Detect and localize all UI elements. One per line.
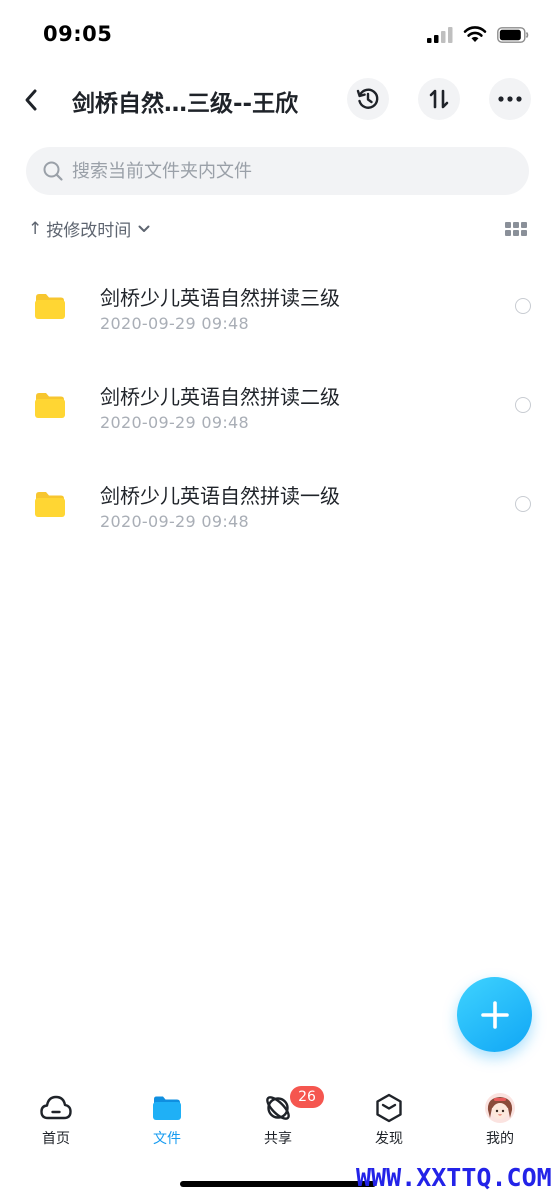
file-list: 剑桥少儿英语自然拼读三级 2020-09-29 09:48 剑桥少儿英语自然拼读… (0, 260, 555, 557)
tab-bar: 首页 文件 共享 发现 我的 (0, 1086, 555, 1156)
chevron-down-icon (138, 225, 150, 233)
folder-icon (35, 492, 65, 517)
status-icons (427, 26, 529, 43)
tab-label: 首页 (42, 1131, 70, 1147)
sort-label: 按修改时间 (46, 221, 132, 241)
tab-label: 发现 (375, 1131, 403, 1147)
history-button[interactable] (347, 78, 389, 120)
tab-discover[interactable]: 发现 (349, 1086, 429, 1148)
tab-label: 我的 (486, 1131, 514, 1147)
tab-files[interactable]: 文件 (127, 1086, 207, 1148)
history-icon (356, 88, 379, 109)
folder-icon (35, 393, 65, 418)
list-item[interactable]: 剑桥少儿英语自然拼读三级 2020-09-29 09:48 (0, 260, 555, 359)
page-title: 剑桥自然…三级--王欣 (72, 91, 299, 117)
file-name: 剑桥少儿英语自然拼读二级 (100, 385, 340, 409)
more-button[interactable] (489, 78, 531, 120)
back-button[interactable] (14, 80, 48, 120)
wifi-icon (463, 26, 487, 42)
avatar-icon (484, 1092, 516, 1124)
search-icon (42, 160, 64, 182)
tab-label: 文件 (153, 1131, 181, 1147)
share-count-badge: 26 (290, 1086, 324, 1108)
transfer-button[interactable] (418, 78, 460, 120)
search-box[interactable] (26, 147, 529, 195)
more-icon (498, 96, 522, 102)
file-date: 2020-09-29 09:48 (100, 512, 249, 531)
sort-control[interactable]: ↑ 按修改时间 (28, 216, 150, 241)
grid-view-icon[interactable] (505, 222, 527, 238)
search-input[interactable] (72, 160, 492, 182)
watermark: WWW.XXTTQ.COM (356, 1163, 552, 1192)
list-item[interactable]: 剑桥少儿英语自然拼读二级 2020-09-29 09:48 (0, 359, 555, 458)
transfer-icon (429, 89, 449, 109)
file-date: 2020-09-29 09:48 (100, 413, 249, 432)
select-radio[interactable] (515, 397, 531, 413)
tab-label: 共享 (264, 1131, 292, 1147)
file-date: 2020-09-29 09:48 (100, 314, 249, 333)
chevron-left-icon (25, 89, 37, 111)
file-name: 剑桥少儿英语自然拼读三级 (100, 286, 340, 310)
tab-me[interactable]: 我的 (460, 1086, 540, 1148)
signal-icon (427, 26, 453, 43)
list-item[interactable]: 剑桥少儿英语自然拼读一级 2020-09-29 09:48 (0, 458, 555, 557)
status-bar: 09:05 (0, 0, 555, 72)
sort-direction-icon: ↑ (28, 218, 43, 239)
box-icon (373, 1092, 405, 1124)
status-time: 09:05 (43, 22, 113, 46)
folder-icon (35, 294, 65, 319)
add-button[interactable] (457, 977, 532, 1052)
home-indicator (180, 1181, 376, 1187)
file-name: 剑桥少儿英语自然拼读一级 (100, 484, 340, 508)
select-radio[interactable] (515, 298, 531, 314)
plus-icon (480, 1000, 509, 1029)
folder-icon (151, 1092, 183, 1124)
select-radio[interactable] (515, 496, 531, 512)
nav-bar: 剑桥自然…三级--王欣 (0, 72, 555, 128)
battery-icon (497, 26, 529, 43)
cloud-icon (40, 1092, 72, 1124)
tab-home[interactable]: 首页 (16, 1086, 96, 1148)
